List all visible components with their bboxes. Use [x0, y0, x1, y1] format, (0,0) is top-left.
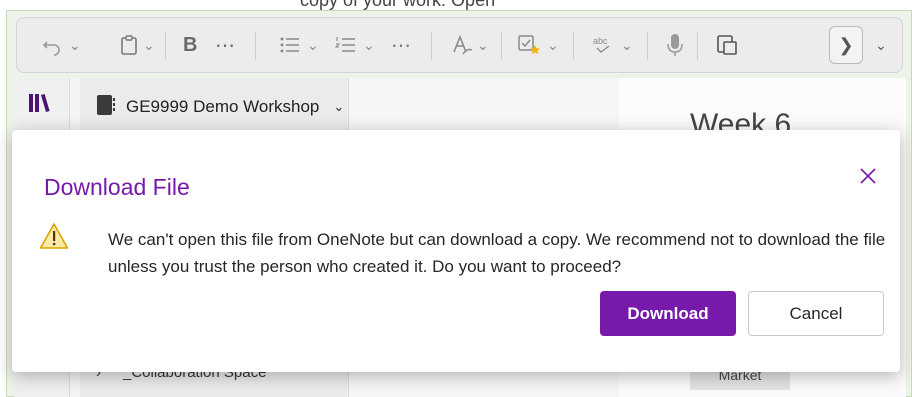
chevron-down-icon: ⌄	[333, 99, 345, 114]
undo-icon[interactable]	[41, 29, 63, 61]
tag-dropdown-chevron-icon[interactable]: ⌄	[547, 29, 559, 61]
tag-icon[interactable]	[517, 29, 541, 61]
bold-icon[interactable]: B	[183, 29, 197, 61]
chevron-right-icon: ❯	[838, 34, 854, 55]
notebook-name: GE9999 Demo Workshop	[126, 97, 320, 116]
ribbon-expand-chevron-icon[interactable]: ⌄	[875, 29, 887, 61]
numbering-icon[interactable]	[335, 29, 357, 61]
notebook-selector[interactable]: GE9999 Demo Workshop ⌄	[96, 92, 344, 122]
dialog-message: We can't open this file from OneNote but…	[108, 230, 886, 276]
paste-dropdown-chevron-icon[interactable]: ⌄	[143, 29, 155, 61]
cancel-button[interactable]: Cancel	[748, 291, 884, 336]
close-button[interactable]	[854, 162, 882, 190]
spelling-dropdown-chevron-icon[interactable]: ⌄	[621, 29, 633, 61]
numbering-dropdown-chevron-icon[interactable]: ⌄	[363, 29, 375, 61]
ribbon-toolbar: ⌄ ⌄ B ⋯ ⌄ ⌄ ⋯ ⌄ ⌄ abc ⌄ ❯ ⌄	[16, 17, 903, 73]
bullets-dropdown-chevron-icon[interactable]: ⌄	[307, 29, 319, 61]
download-file-dialog: Download File We can't open this file fr…	[12, 130, 900, 372]
more-paragraph-icon[interactable]: ⋯	[391, 29, 411, 61]
download-button[interactable]: Download	[600, 291, 736, 336]
paste-icon[interactable]	[119, 29, 139, 61]
warning-icon	[39, 222, 69, 255]
svg-text:abc: abc	[593, 36, 608, 46]
close-icon	[860, 168, 876, 184]
sticky-notes-icon[interactable]	[717, 29, 741, 61]
styles-icon[interactable]	[451, 29, 473, 61]
spelling-icon[interactable]: abc	[591, 29, 615, 61]
dialog-title: Download File	[44, 174, 190, 200]
notebook-icon	[96, 94, 116, 121]
toolbar-next-button[interactable]: ❯	[829, 26, 863, 64]
more-formatting-icon[interactable]: ⋯	[215, 29, 235, 61]
bullets-icon[interactable]	[279, 29, 301, 61]
dictate-icon[interactable]	[665, 29, 685, 61]
notebooks-icon[interactable]	[28, 92, 52, 119]
styles-dropdown-chevron-icon[interactable]: ⌄	[477, 29, 489, 61]
undo-dropdown-chevron-icon[interactable]: ⌄	[69, 29, 81, 61]
